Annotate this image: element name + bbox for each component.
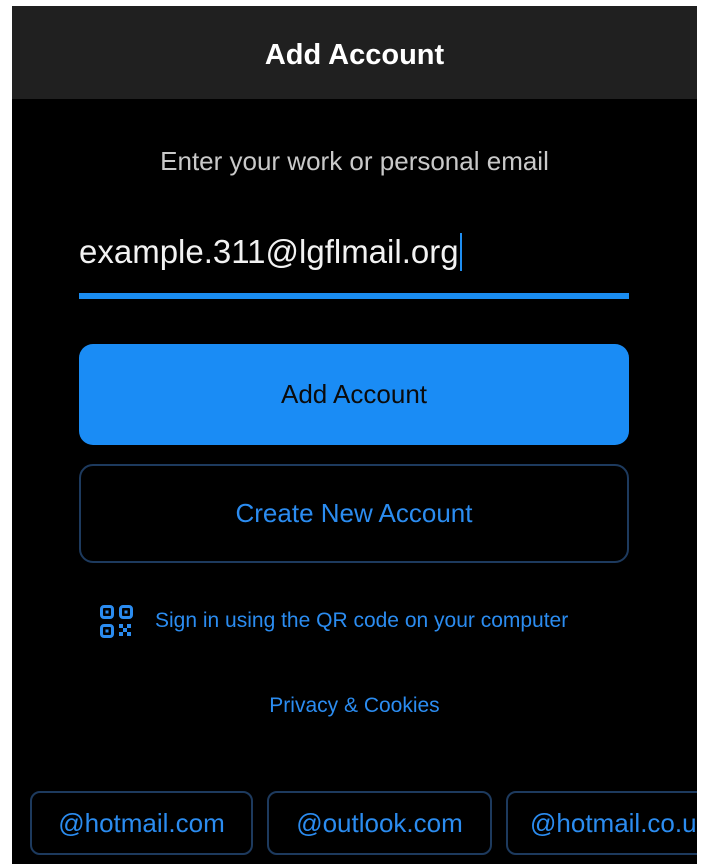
qr-code-icon — [100, 604, 133, 638]
header-bar: Add Account — [12, 6, 697, 99]
page-title: Add Account — [264, 39, 445, 71]
privacy-cookies-link[interactable]: Privacy & Cookies — [12, 694, 697, 718]
add-account-button[interactable]: Add Account — [79, 344, 629, 445]
add-account-screen: Add Account Enter your work or personal … — [12, 6, 697, 864]
create-new-account-button[interactable]: Create New Account — [79, 464, 629, 563]
domain-chip-hotmail-uk[interactable]: @hotmail.co.u — [506, 791, 697, 855]
domain-chip-hotmail[interactable]: @hotmail.com — [30, 791, 253, 855]
email-prompt: Enter your work or personal email — [160, 146, 549, 176]
email-text: example.311@lgflmail.org — [79, 233, 459, 270]
qr-sign-in-link[interactable]: Sign in using the QR code on your comput… — [100, 604, 568, 638]
email-field-underline — [79, 293, 629, 299]
text-caret — [459, 233, 462, 271]
domain-chip-outlook[interactable]: @outlook.com — [267, 791, 492, 855]
email-field[interactable]: example.311@lgflmail.org — [79, 231, 629, 299]
qr-sign-in-label: Sign in using the QR code on your comput… — [155, 609, 569, 632]
email-input-value[interactable]: example.311@lgflmail.org — [79, 233, 462, 271]
